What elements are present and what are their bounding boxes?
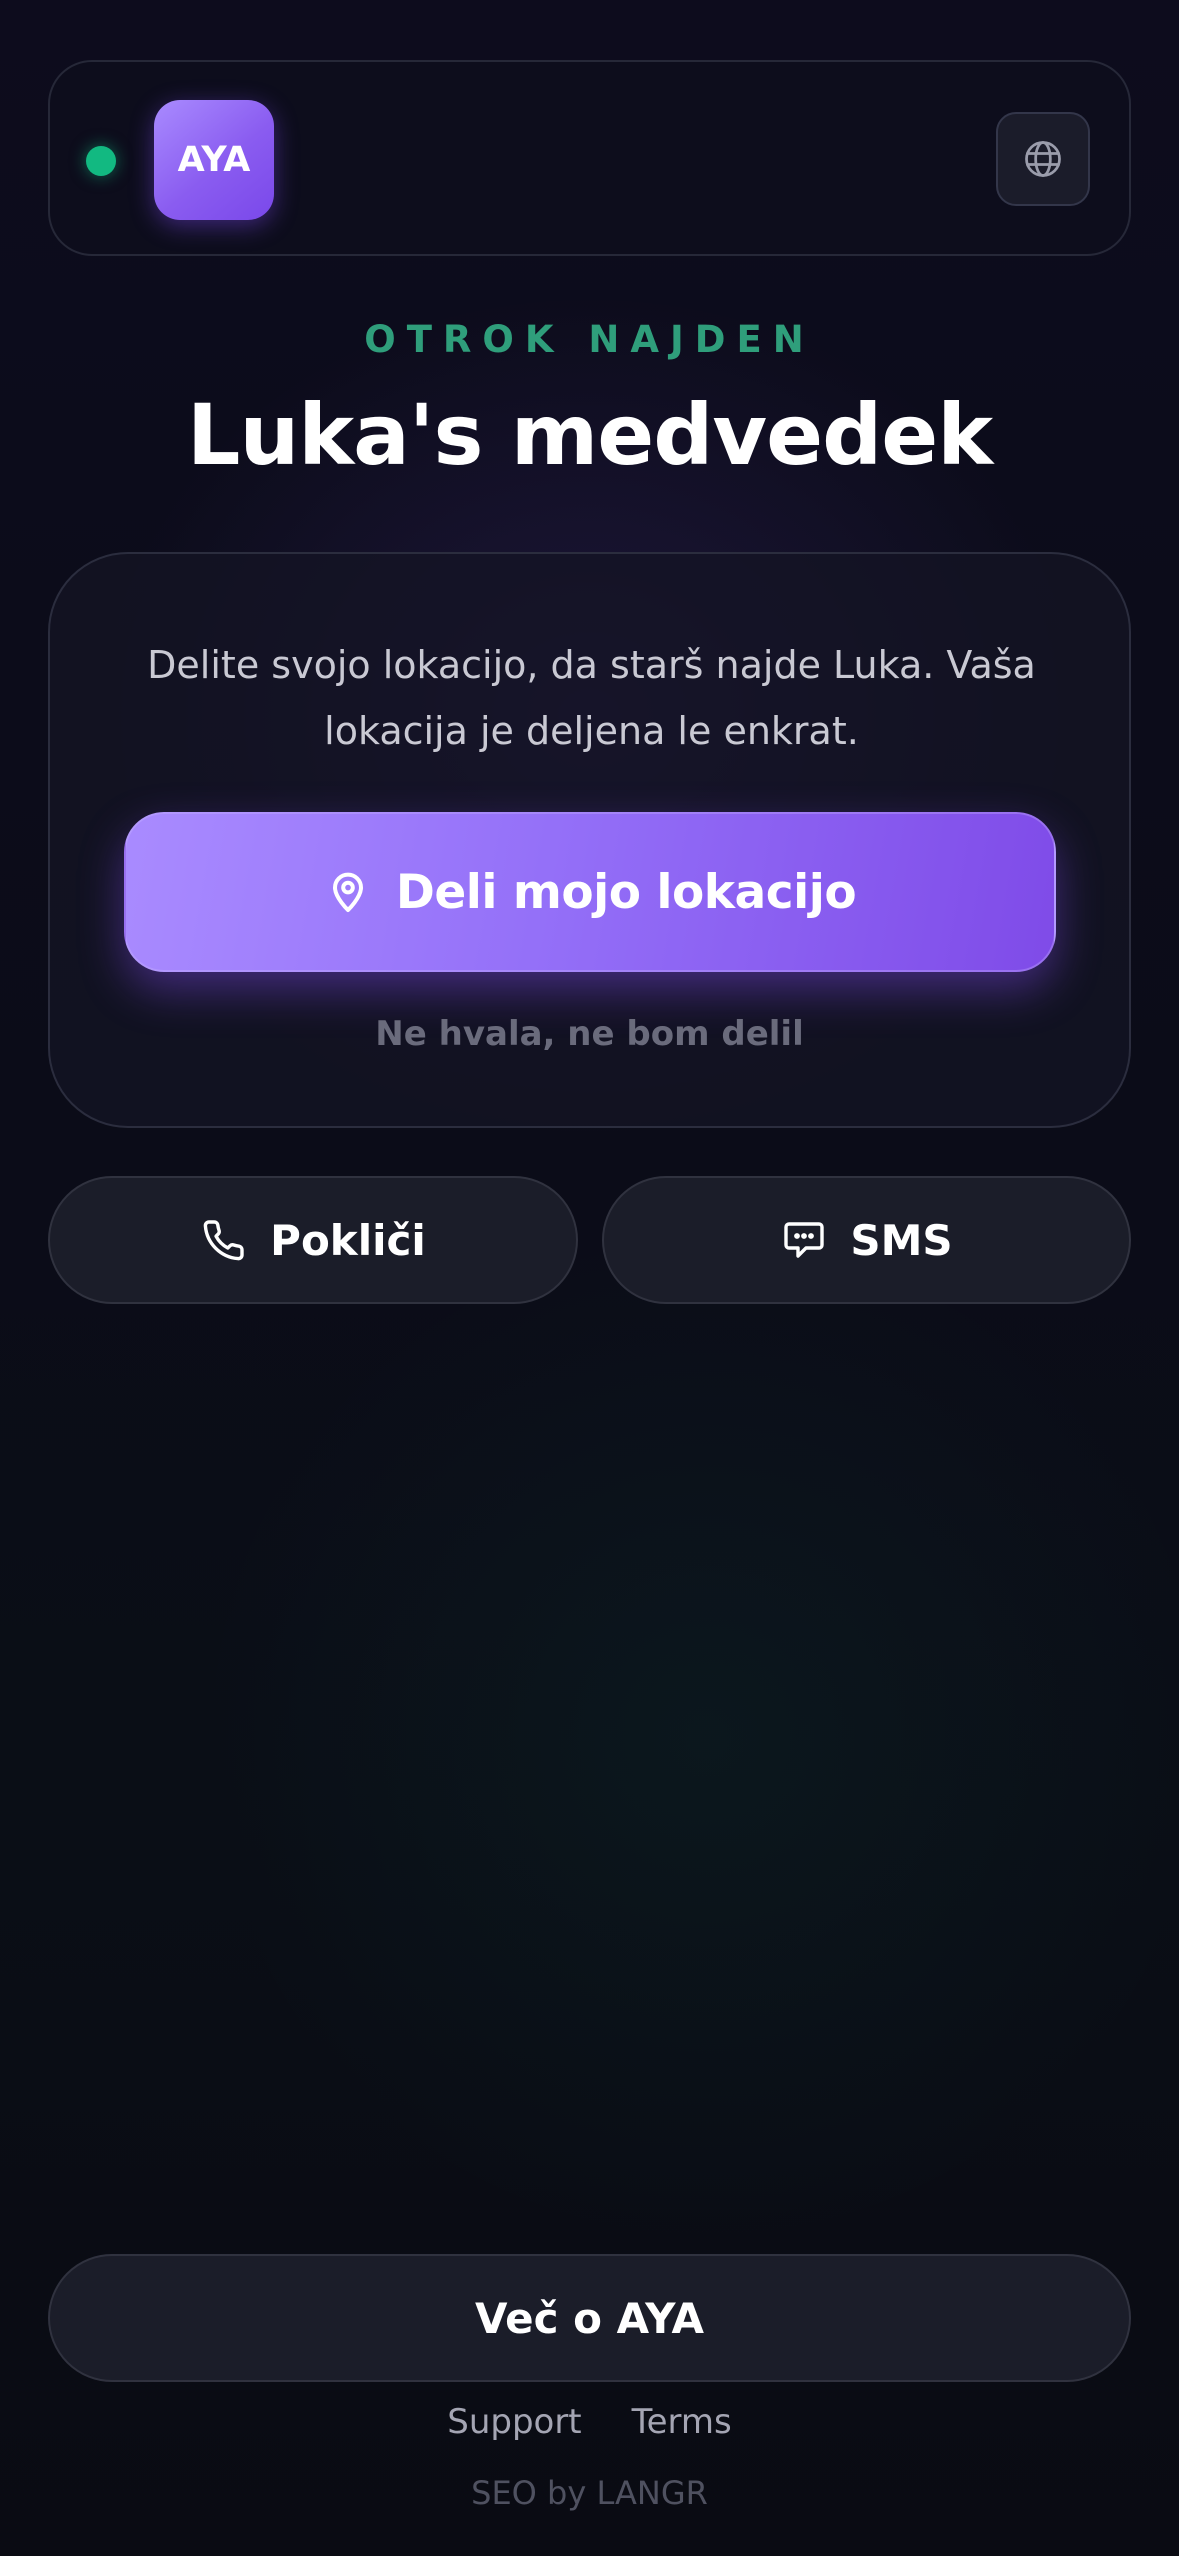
globe-icon [1025,141,1061,177]
sms-button[interactable]: SMS [602,1176,1131,1304]
seo-credit[interactable]: SEO by LANGR [0,2474,1179,2512]
found-eyebrow: OTROK NAJDEN [364,318,815,361]
decline-link[interactable]: Ne hvala, ne bom delil [50,1014,1129,1054]
support-link[interactable]: Support [447,2402,581,2442]
share-button-label: Deli mojo lokacijo [395,864,857,920]
share-location-button[interactable]: Deli mojo lokacijo [124,812,1056,972]
chat-bubble-icon [784,1222,825,1258]
footer-links: Support Terms [0,2402,1179,2442]
more-about-button[interactable]: Več o AYA [48,2254,1131,2382]
phone-icon [203,1220,244,1261]
aya-logo[interactable]: AYA [154,100,274,220]
call-button[interactable]: Pokliči [48,1176,578,1304]
share-location-card: Delite svojo lokacijo, da starš najde Lu… [48,552,1131,1128]
sms-label: SMS [850,1215,953,1265]
share-description: Delite svojo lokacijo, da starš najde Lu… [147,643,1036,753]
language-button[interactable] [996,112,1090,206]
call-label: Pokliči [270,1215,426,1265]
page-title: Luka's medvedek [186,386,993,484]
app-header: AYA [48,60,1131,256]
status-dot [86,146,116,176]
terms-link[interactable]: Terms [632,2402,732,2442]
map-pin-icon [332,872,363,912]
